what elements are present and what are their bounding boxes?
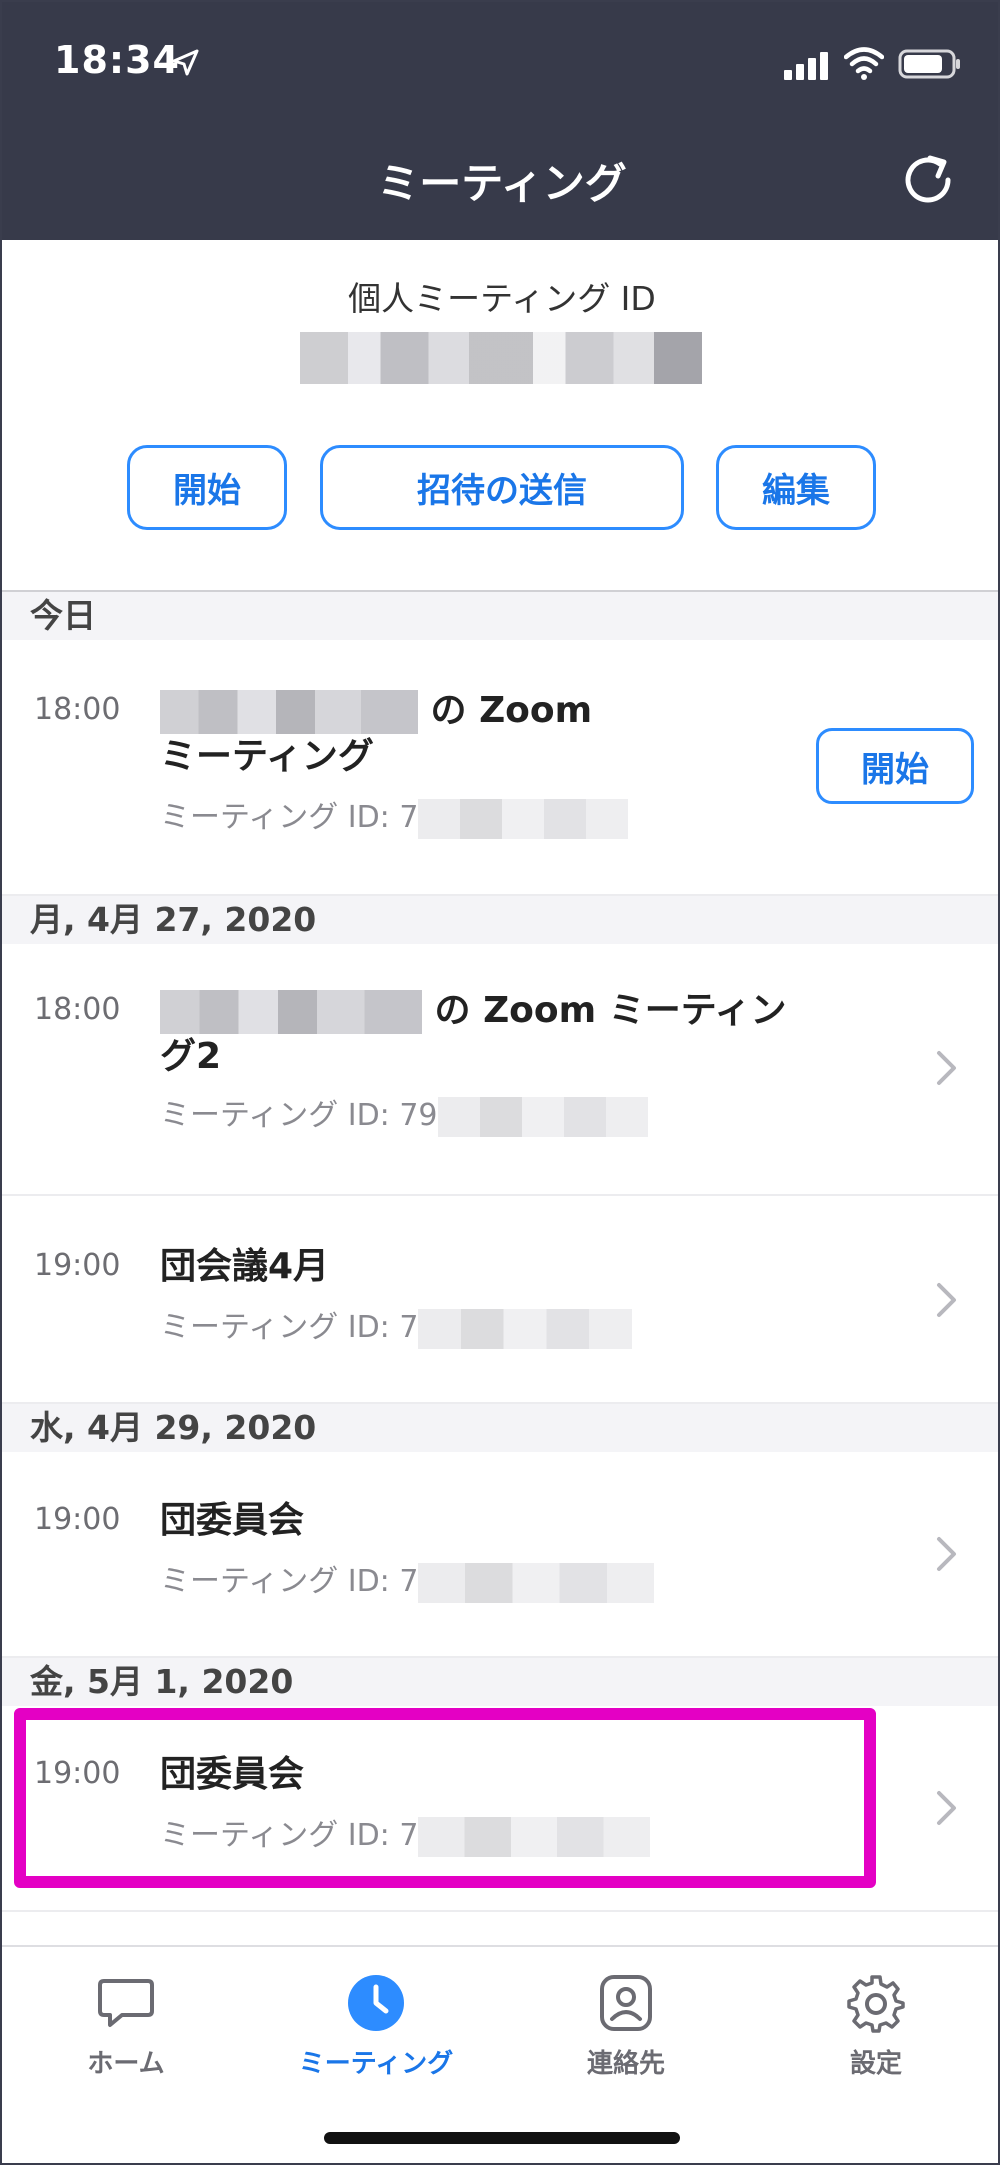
- meeting-time: 19:00: [34, 1248, 121, 1283]
- meeting-start-button[interactable]: 開始: [816, 728, 974, 804]
- section-header-date: 金, 5月 1, 2020: [2, 1658, 998, 1706]
- meeting-time: 18:00: [34, 992, 121, 1027]
- chat-bubble-icon: [98, 1979, 154, 2027]
- tab-label: ホーム: [87, 2049, 165, 2079]
- redacted-id: [418, 1562, 655, 1603]
- personal-meeting-id-value: [300, 332, 702, 384]
- chevron-right-icon: [937, 1791, 956, 1825]
- send-invite-button[interactable]: 招待の送信: [320, 445, 684, 530]
- tab-label: 設定: [849, 2049, 902, 2079]
- edit-button[interactable]: 編集: [716, 445, 876, 530]
- meeting-id: ミーティング ID: 7: [160, 1556, 655, 1603]
- section-header-date: 水, 4月 29, 2020: [2, 1404, 998, 1452]
- wifi-icon: [844, 47, 884, 80]
- meeting-title: の Zoom: [160, 688, 592, 734]
- highlight-annotation: [14, 1708, 876, 1888]
- meeting-title: 団委員会: [160, 1500, 305, 1541]
- redacted-id: [437, 1096, 648, 1137]
- section-header-date: 月, 4月 27, 2020: [2, 896, 998, 944]
- personal-meeting-id-label: 個人ミーティング ID: [348, 279, 656, 318]
- home-indicator[interactable]: [324, 2132, 680, 2144]
- meeting-time: 19:00: [34, 1502, 121, 1537]
- tab-label: ミーティング: [298, 2049, 454, 2079]
- redacted-id: [418, 1308, 633, 1349]
- location-arrow-icon: [172, 49, 199, 76]
- meeting-title: の Zoom ミーティン: [160, 988, 787, 1034]
- clock-icon: [348, 1975, 404, 2031]
- chevron-right-icon: [937, 1537, 956, 1571]
- start-button[interactable]: 開始: [127, 445, 287, 530]
- app-screen: 18:34 ミーティング 個人ミーティング ID 開始 招待の送信 編集 今日 …: [0, 0, 1000, 2165]
- gear-icon: [847, 1975, 905, 2033]
- tab-label: 連絡先: [586, 2049, 665, 2079]
- redacted-name: [160, 990, 422, 1034]
- header-bar: 18:34 ミーティング: [2, 2, 998, 240]
- page-title: ミーティング: [377, 159, 627, 208]
- chevron-right-icon: [937, 1051, 956, 1085]
- meeting-id: ミーティング ID: 7: [160, 792, 629, 839]
- meeting-title-line2: ミーティング: [160, 736, 374, 777]
- chevron-right-icon: [937, 1283, 956, 1317]
- redacted-id: [418, 798, 629, 839]
- battery-icon: [898, 49, 960, 79]
- refresh-icon[interactable]: [898, 150, 958, 210]
- meeting-row[interactable]: 18:00 の Zoom ミーティング ミーティング ID: 7 開始: [2, 640, 998, 896]
- meeting-title-line2: グ2: [160, 1036, 222, 1077]
- meeting-id: ミーティング ID: 7: [160, 1302, 633, 1349]
- meeting-id: ミーティング ID: 79: [160, 1090, 648, 1137]
- redacted-name: [160, 690, 418, 734]
- contact-icon: [600, 1975, 652, 2031]
- meeting-time: 18:00: [34, 692, 121, 727]
- section-header-today: 今日: [2, 592, 998, 640]
- status-time: 18:34: [54, 38, 180, 82]
- meeting-row[interactable]: 19:00 団会議4月 ミーティング ID: 7: [2, 1196, 998, 1404]
- meeting-row[interactable]: 19:00 団委員会 ミーティング ID: 7: [2, 1452, 998, 1658]
- meeting-title: 団会議4月: [160, 1246, 330, 1287]
- cellular-signal-icon: [784, 52, 828, 80]
- meeting-row[interactable]: 18:00 の Zoom ミーティン グ2 ミーティング ID: 79: [2, 944, 998, 1196]
